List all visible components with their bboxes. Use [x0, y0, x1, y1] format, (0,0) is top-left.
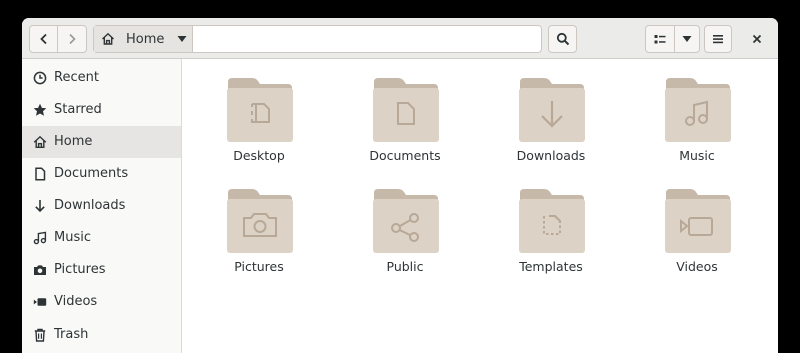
- search-icon: [556, 32, 569, 46]
- sidebar-item-label: Documents: [54, 166, 129, 181]
- headerbar: Home: [22, 18, 778, 59]
- folder-item-videos[interactable]: Videos: [642, 187, 752, 287]
- list-view-icon: [654, 35, 666, 44]
- folder-item-documents[interactable]: Documents: [350, 76, 460, 176]
- sidebar-item-music[interactable]: Music: [22, 222, 181, 254]
- folder-item-desktop[interactable]: Desktop: [204, 76, 314, 176]
- trash-icon: [34, 328, 46, 342]
- hamburger-menu-icon: [713, 35, 723, 44]
- forward-button[interactable]: [57, 25, 87, 53]
- path-home-label: Home: [126, 31, 165, 47]
- video-icon: [33, 298, 47, 306]
- path-home-button[interactable]: Home: [94, 26, 193, 52]
- close-button[interactable]: [744, 26, 770, 52]
- sidebar-item-recent[interactable]: Recent: [22, 62, 181, 94]
- star-icon: [33, 103, 47, 116]
- main-menu-button[interactable]: [704, 25, 732, 53]
- folder-label: Documents: [369, 148, 441, 163]
- folder-icon: [227, 78, 293, 142]
- folder-label: Pictures: [234, 259, 284, 274]
- sidebar-item-downloads[interactable]: Downloads: [22, 190, 181, 222]
- folder-icon: [373, 78, 439, 142]
- folder-label: Desktop: [233, 148, 285, 163]
- folder-icon: [665, 78, 731, 142]
- folder-icon: [227, 189, 293, 253]
- path-bar[interactable]: Home: [93, 25, 542, 53]
- search-button[interactable]: [548, 25, 577, 53]
- sidebar-item-label: Recent: [54, 70, 99, 85]
- folder-icon: [519, 189, 585, 253]
- view-options-button[interactable]: [674, 25, 700, 53]
- document-icon: [35, 167, 46, 181]
- back-button[interactable]: [29, 25, 58, 53]
- folder-icon: [665, 189, 731, 253]
- folder-item-pictures[interactable]: Pictures: [204, 187, 314, 287]
- sidebar-item-label: Music: [54, 230, 91, 245]
- sidebar-item-videos[interactable]: Videos: [22, 286, 181, 318]
- home-icon: [33, 135, 47, 148]
- download-icon: [35, 200, 45, 213]
- chevron-down-icon: [682, 36, 692, 42]
- music-icon: [33, 231, 47, 245]
- sidebar-item-starred[interactable]: Starred: [22, 94, 181, 126]
- folder-label: Public: [386, 259, 424, 274]
- chevron-left-icon: [39, 33, 47, 45]
- sidebar-item-label: Pictures: [54, 262, 106, 277]
- sidebar: Recent Starred Home Documents Downloads …: [22, 59, 182, 353]
- sidebar-item-label: Starred: [54, 102, 102, 117]
- chevron-right-icon: [69, 33, 76, 45]
- sidebar-item-label: Home: [54, 134, 93, 149]
- folder-item-public[interactable]: Public: [350, 187, 460, 287]
- folder-label: Videos: [676, 259, 718, 274]
- sidebar-item-label: Trash: [54, 327, 89, 342]
- folder-icon: [373, 189, 439, 253]
- folder-item-downloads[interactable]: Downloads: [496, 76, 606, 176]
- sidebar-item-documents[interactable]: Documents: [22, 158, 181, 190]
- close-icon: [752, 34, 762, 44]
- folder-icon: [519, 78, 585, 142]
- folder-label: Templates: [519, 259, 583, 274]
- camera-icon: [34, 265, 46, 275]
- view-list-button[interactable]: [645, 25, 675, 53]
- sidebar-item-pictures[interactable]: Pictures: [22, 254, 181, 286]
- folder-label: Downloads: [516, 148, 586, 163]
- file-manager-window: Home Recent Starred Home Documents Downl…: [22, 18, 778, 353]
- home-icon: [102, 32, 114, 45]
- folder-item-music[interactable]: Music: [642, 76, 752, 176]
- folder-label: Music: [679, 148, 715, 163]
- sidebar-item-label: Videos: [54, 294, 98, 309]
- chevron-down-icon[interactable]: [177, 35, 187, 43]
- folder-item-templates[interactable]: Templates: [496, 187, 606, 287]
- sidebar-item-label: Downloads: [54, 198, 126, 213]
- sidebar-item-home[interactable]: Home: [22, 126, 181, 158]
- file-view: Desktop Documents Downloads Music Pictur…: [182, 59, 778, 353]
- sidebar-item-trash[interactable]: Trash: [22, 319, 181, 351]
- recent-icon: [33, 71, 47, 85]
